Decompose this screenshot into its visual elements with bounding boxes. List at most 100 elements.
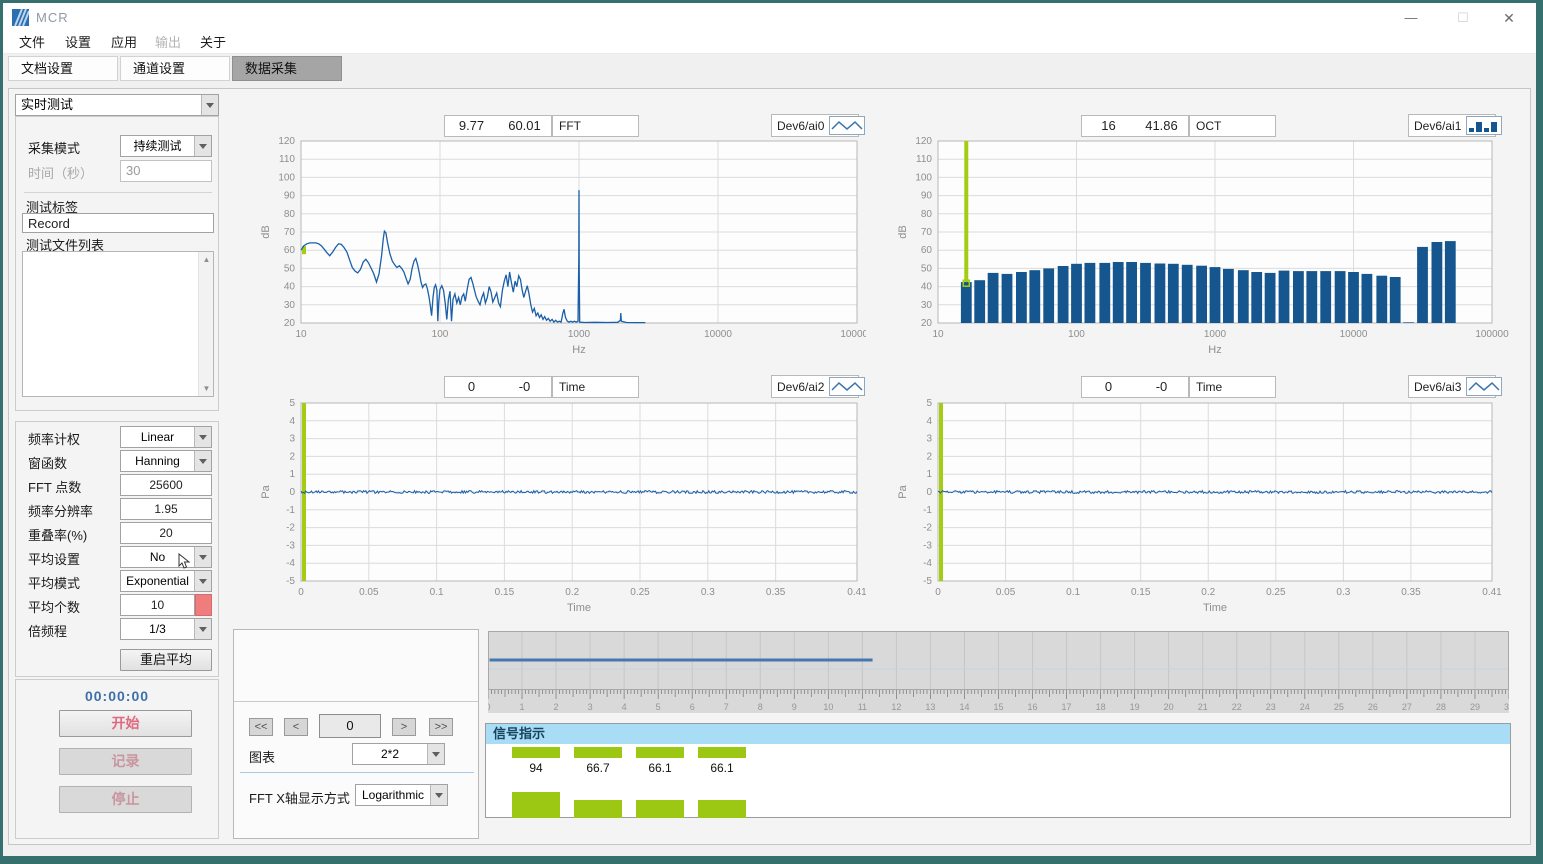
fft-xaxis-select[interactable]: Logarithmic (355, 784, 448, 806)
svg-text:1: 1 (926, 469, 932, 480)
page-number-box[interactable]: 0 (319, 714, 381, 738)
start-button[interactable]: 开始 (59, 710, 192, 737)
chart-layout-select[interactable]: 2*2 (352, 743, 445, 765)
bar-chart-icon[interactable] (1466, 116, 1502, 135)
first-page-button[interactable]: << (249, 718, 273, 736)
fft-type-box[interactable]: FFT (552, 115, 639, 137)
time-ai2-device-box[interactable]: Dev6/ai2 (771, 375, 859, 398)
oct-device-box[interactable]: Dev6/ai1 (1408, 114, 1496, 137)
chart-panel-fft: 2030405060708090100110120101001000100001… (233, 97, 866, 361)
test-file-list[interactable]: ▲ ▼ (22, 251, 214, 397)
menu-file[interactable]: 文件 (15, 34, 49, 52)
oct-chart[interactable]: 2030405060708090100110120101001000100001… (870, 97, 1523, 366)
chevron-down-icon[interactable] (194, 619, 211, 639)
svg-text:10000: 10000 (704, 329, 732, 340)
next-page-button[interactable]: > (392, 718, 416, 736)
svg-text:40: 40 (284, 282, 296, 293)
svg-text:80: 80 (284, 209, 296, 220)
scroll-down-icon[interactable]: ▼ (199, 381, 214, 396)
time-ai3-cursor-readout: 0-0 (1081, 376, 1189, 398)
chart-panel-time-ai2: -5-4-3-2-101234500.050.10.150.20.250.30.… (233, 369, 866, 621)
scrollbar[interactable]: ▲ ▼ (198, 252, 213, 396)
svg-text:-5: -5 (923, 576, 932, 587)
svg-text:-3: -3 (923, 540, 932, 551)
freq-resolution-input[interactable]: 1.95 (120, 498, 212, 520)
avg-count-flag (195, 594, 212, 616)
chevron-down-icon[interactable] (430, 785, 447, 805)
chevron-down-icon[interactable] (427, 744, 444, 764)
menu-settings[interactable]: 设置 (61, 34, 95, 52)
svg-text:5: 5 (656, 702, 661, 712)
svg-text:0.41: 0.41 (1482, 587, 1502, 598)
analysis-params-group: 频率计权 Linear 窗函数 Hanning FFT 点数 25600 频率分… (15, 421, 219, 677)
chevron-down-icon[interactable] (194, 136, 211, 156)
signal-indication-title: 信号指示 (486, 724, 1510, 744)
time-chart-ai2[interactable]: -5-4-3-2-101234500.050.10.150.20.250.30.… (233, 369, 866, 626)
divider (24, 192, 212, 193)
last-page-button[interactable]: >> (429, 718, 453, 736)
signal-level-bar-top (512, 747, 560, 758)
scroll-up-icon[interactable]: ▲ (199, 252, 214, 267)
signal-level-value: 66.1 (698, 761, 746, 775)
chevron-down-icon[interactable] (194, 427, 211, 447)
avg-setting-select[interactable]: No (120, 546, 212, 568)
freq-weighting-select[interactable]: Linear (120, 426, 212, 448)
display-options-panel: << < 0 > >> 图表 2*2 FFT X轴显示方式 Logarithmi… (233, 629, 479, 839)
fft-cursor-readout: 9.7760.01 (444, 115, 552, 137)
chevron-down-icon[interactable] (201, 95, 218, 115)
tab-channel-settings[interactable]: 通道设置 (120, 56, 230, 81)
svg-text:14: 14 (959, 702, 969, 712)
title-bar[interactable]: MCR — ☐ ✕ (3, 3, 1536, 32)
record-timeline[interactable]: 0123456789101112131415161718192021222324… (488, 631, 1509, 713)
svg-text:30: 30 (1504, 702, 1509, 712)
tab-data-acquisition[interactable]: 数据采集 (232, 56, 342, 81)
svg-text:0.3: 0.3 (701, 587, 715, 598)
chevron-down-icon[interactable] (194, 547, 211, 567)
svg-text:-4: -4 (923, 558, 932, 569)
svg-text:100000: 100000 (840, 329, 866, 340)
test-mode-select[interactable]: 实时测试 (15, 94, 219, 116)
test-label-input[interactable]: Record (22, 213, 214, 233)
chevron-down-icon[interactable] (194, 571, 211, 591)
time-ai2-cursor-readout: 0-0 (444, 376, 552, 398)
menu-about[interactable]: 关于 (196, 34, 230, 52)
overlap-input[interactable]: 20 (120, 522, 212, 544)
time-ai2-type-box[interactable]: Time (552, 376, 639, 398)
window-func-select[interactable]: Hanning (120, 450, 212, 472)
svg-text:21: 21 (1198, 702, 1208, 712)
tab-document-settings[interactable]: 文档设置 (8, 56, 118, 81)
fft-device-box[interactable]: Dev6/ai0 (771, 114, 859, 137)
time-chart-ai3[interactable]: -5-4-3-2-101234500.050.10.150.20.250.30.… (870, 369, 1523, 626)
close-button[interactable]: ✕ (1494, 7, 1524, 29)
svg-text:-2: -2 (286, 523, 295, 534)
minimize-button[interactable]: — (1396, 7, 1426, 29)
line-chart-icon[interactable] (829, 377, 865, 396)
octave-select[interactable]: 1/3 (120, 618, 212, 640)
chevron-down-icon[interactable] (194, 451, 211, 471)
fft-chart[interactable]: 2030405060708090100110120101001000100001… (233, 97, 866, 366)
svg-text:0: 0 (488, 702, 491, 712)
acq-mode-select[interactable]: 持续测试 (120, 135, 212, 157)
svg-text:0.2: 0.2 (1201, 587, 1215, 598)
svg-text:16: 16 (1028, 702, 1038, 712)
stop-button: 停止 (59, 786, 192, 813)
nav-empty-box (234, 630, 478, 702)
line-chart-icon[interactable] (829, 116, 865, 135)
svg-text:4: 4 (926, 416, 932, 427)
menu-apply[interactable]: 应用 (107, 34, 141, 52)
oct-type-box[interactable]: OCT (1189, 115, 1276, 137)
avg-count-input[interactable]: 10 (120, 594, 195, 616)
svg-text:3: 3 (289, 434, 295, 445)
restart-avg-button[interactable]: 重启平均 (120, 649, 212, 671)
time-ai3-device-box[interactable]: Dev6/ai3 (1408, 375, 1496, 398)
time-ai3-type-box[interactable]: Time (1189, 376, 1276, 398)
line-chart-icon[interactable] (1466, 377, 1502, 396)
maximize-button[interactable]: ☐ (1448, 7, 1478, 29)
acquisition-group: 采集模式 持续测试 时间（秒） 30 测试标签 Record 测试文件列表 ▲ … (15, 116, 219, 411)
prev-page-button[interactable]: < (284, 718, 308, 736)
fft-xaxis-label: FFT X轴显示方式 (249, 788, 350, 807)
fft-points-input[interactable]: 25600 (120, 474, 212, 496)
svg-text:Hz: Hz (572, 344, 585, 356)
avg-mode-select[interactable]: Exponential (120, 570, 212, 592)
svg-text:100: 100 (432, 329, 449, 340)
